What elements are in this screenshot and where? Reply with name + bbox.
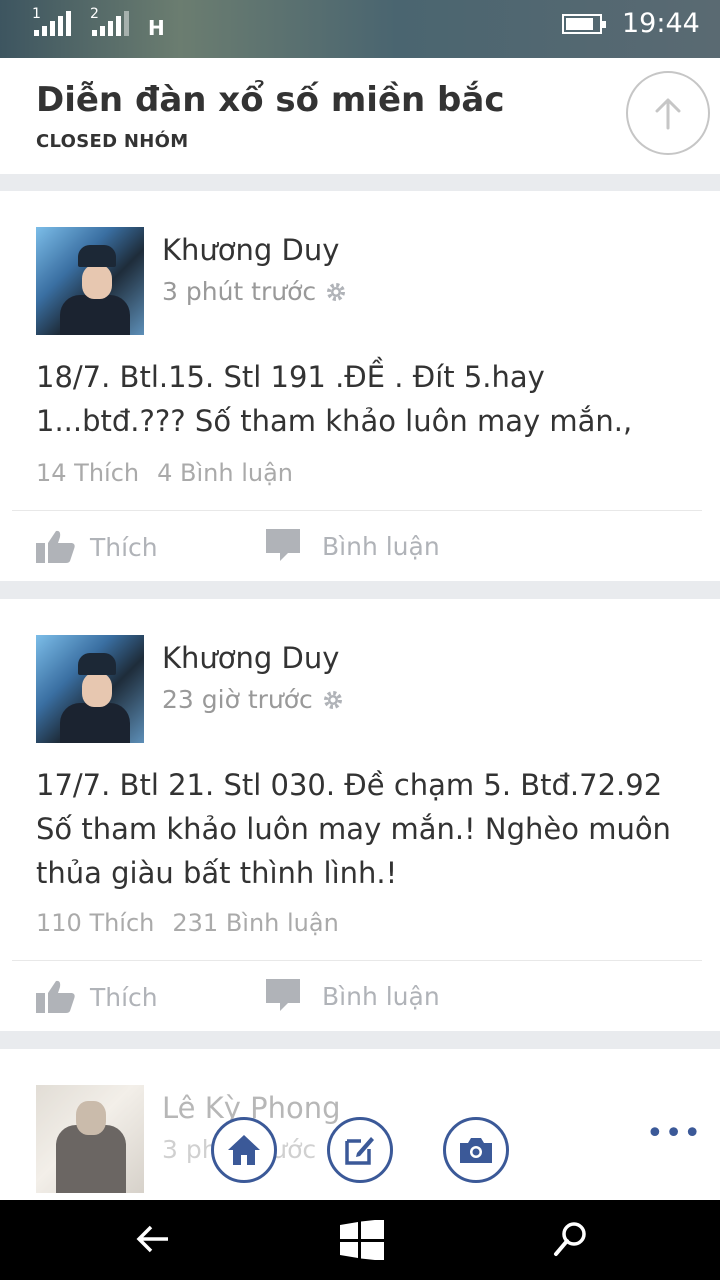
comment-icon <box>266 979 300 1011</box>
group-header: Diễn đàn xổ số miền bắc CLOSED NHÓM <box>0 58 720 174</box>
author-avatar[interactable] <box>36 227 144 335</box>
thumbs-up-icon <box>36 530 75 563</box>
home-button[interactable] <box>211 1117 277 1183</box>
group-privacy-label: CLOSED NHÓM <box>36 131 189 152</box>
comment-label: Bình luận <box>322 531 440 561</box>
comment-button[interactable]: Bình luận <box>266 979 440 1013</box>
gear-icon <box>327 282 346 301</box>
camera-icon <box>460 1138 492 1163</box>
comment-label: Bình luận <box>322 981 440 1011</box>
windows-icon <box>340 1219 384 1261</box>
scroll-to-top-button[interactable] <box>626 71 710 155</box>
like-count[interactable]: 14 Thích <box>36 459 139 487</box>
like-label: Thích <box>90 982 158 1012</box>
more-options-button[interactable]: ••• <box>646 1116 702 1151</box>
search-button[interactable] <box>552 1220 588 1262</box>
system-nav-bar <box>0 1200 720 1280</box>
network-type: H <box>148 16 165 40</box>
feed-post: Khương Duy 23 giờ trước 17/7. Btl 21. St… <box>0 599 720 1031</box>
compose-button[interactable] <box>327 1117 393 1183</box>
status-time: 19:44 <box>622 8 700 39</box>
home-icon <box>228 1135 260 1165</box>
thumbs-up-icon <box>36 980 75 1013</box>
post-time-text: 23 giờ trước <box>162 685 313 714</box>
like-count[interactable]: 110 Thích <box>36 909 154 937</box>
app-bar: ••• <box>0 1112 720 1200</box>
comment-button[interactable]: Bình luận <box>266 529 440 563</box>
comment-count[interactable]: 4 Bình luận <box>157 459 293 487</box>
status-bar: 1 2 H 19:44 <box>0 0 720 58</box>
like-button[interactable]: Thích <box>36 529 158 565</box>
camera-button[interactable] <box>443 1117 509 1183</box>
feed-post: Khương Duy 3 phút trước 18/7. Btl.15. St… <box>0 191 720 581</box>
post-text: 18/7. Btl.15. Stl 191 .ĐỀ . Đít 5.hay 1.… <box>36 360 633 438</box>
like-button[interactable]: Thích <box>36 979 158 1015</box>
compose-icon <box>345 1137 374 1165</box>
signal-strength-sim1-icon: 1 <box>32 6 71 36</box>
signal-strength-sim2-icon: 2 <box>90 6 129 36</box>
group-title: Diễn đàn xổ số miền bắc <box>36 80 505 120</box>
post-time[interactable]: 23 giờ trước <box>162 685 345 714</box>
divider <box>12 510 702 511</box>
gear-icon <box>323 690 342 709</box>
author-avatar[interactable] <box>36 635 144 743</box>
like-label: Thích <box>90 532 158 562</box>
back-button[interactable] <box>134 1220 172 1262</box>
author-name[interactable]: Khương Duy <box>162 641 339 675</box>
author-name[interactable]: Khương Duy <box>162 233 339 267</box>
divider <box>12 960 702 961</box>
sim2-label: 2 <box>90 6 99 22</box>
comment-icon <box>266 529 300 561</box>
arrow-up-icon <box>655 98 681 130</box>
battery-icon <box>562 14 606 34</box>
post-time[interactable]: 3 phút trước <box>162 277 348 306</box>
post-time-text: 3 phút trước <box>162 277 317 306</box>
post-text: 17/7. Btl 21. Stl 030. Đề chạm 5. Btđ.72… <box>36 768 671 890</box>
windows-start-button[interactable] <box>340 1219 384 1264</box>
sim1-label: 1 <box>32 6 41 22</box>
back-arrow-icon <box>136 1225 168 1253</box>
search-icon <box>554 1222 586 1256</box>
comment-count[interactable]: 231 Bình luận <box>172 909 338 937</box>
